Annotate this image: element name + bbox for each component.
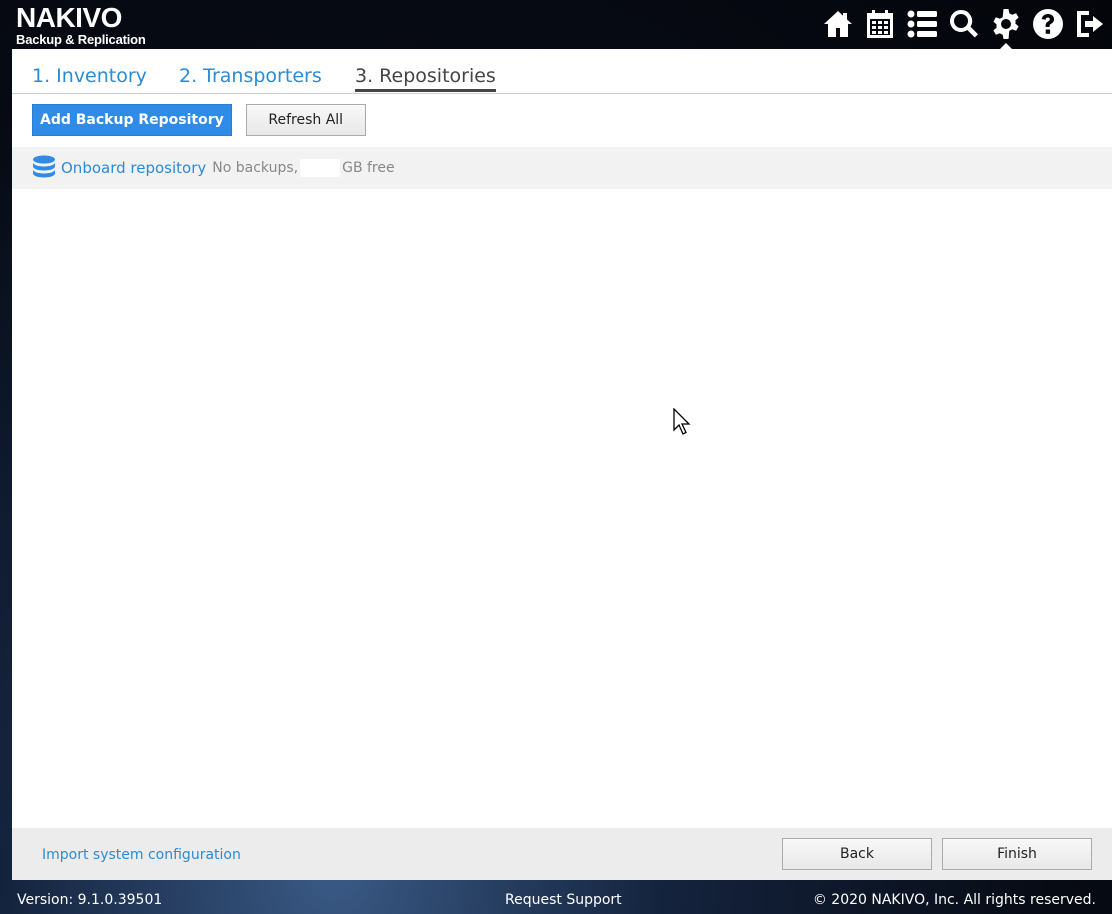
database-icon <box>33 155 55 178</box>
back-button[interactable]: Back <box>782 838 932 870</box>
search-icon[interactable] <box>946 6 982 42</box>
add-backup-repository-button[interactable]: Add Backup Repository <box>32 104 232 136</box>
calendar-icon[interactable] <box>862 6 898 42</box>
request-support-link[interactable]: Request Support <box>505 892 622 908</box>
repository-info: No backups, GB free <box>212 159 395 177</box>
tab-transporters[interactable]: 2. Transporters <box>179 65 322 89</box>
gear-icon[interactable] <box>988 6 1024 50</box>
tab-repositories[interactable]: 3. Repositories <box>355 65 496 92</box>
toolbar: Add Backup Repository Refresh All <box>32 104 366 136</box>
tab-inventory[interactable]: 1. Inventory <box>32 65 147 89</box>
top-bar: NAKIVO Backup & Replication <box>0 0 1112 50</box>
repository-backups-status: No backups, <box>212 160 299 176</box>
repository-name-link[interactable]: Onboard repository <box>61 159 206 177</box>
status-bar: Version: 9.1.0.39501 Request Support © 2… <box>0 880 1112 914</box>
nakivo-logo: NAKIVO Backup & Replication <box>16 2 146 47</box>
import-configuration-link[interactable]: Import system configuration <box>42 847 241 863</box>
home-icon[interactable] <box>820 6 856 42</box>
repository-row[interactable]: Onboard repository No backups, GB free <box>12 147 1112 189</box>
logout-icon[interactable] <box>1072 6 1108 42</box>
main-panel: 1. Inventory 2. Transporters 3. Reposito… <box>12 49 1112 880</box>
refresh-all-button[interactable]: Refresh All <box>245 104 366 136</box>
logo-subtitle: Backup & Replication <box>16 32 146 47</box>
wizard-footer: Import system configuration Back Finish <box>12 828 1112 880</box>
copyright-label: © 2020 NAKIVO, Inc. All rights reserved. <box>812 892 1096 908</box>
version-label: Version: 9.1.0.39501 <box>17 892 163 908</box>
wizard-tabs: 1. Inventory 2. Transporters 3. Reposito… <box>12 49 1112 94</box>
header-icons <box>820 6 1108 50</box>
redacted-value <box>300 159 341 177</box>
logo-brand: NAKIVO <box>16 2 122 33</box>
help-icon[interactable] <box>1030 6 1066 42</box>
repository-free-space: GB free <box>342 160 395 176</box>
finish-button[interactable]: Finish <box>942 838 1092 870</box>
mouse-cursor-icon <box>673 408 691 435</box>
list-icon[interactable] <box>904 6 940 42</box>
